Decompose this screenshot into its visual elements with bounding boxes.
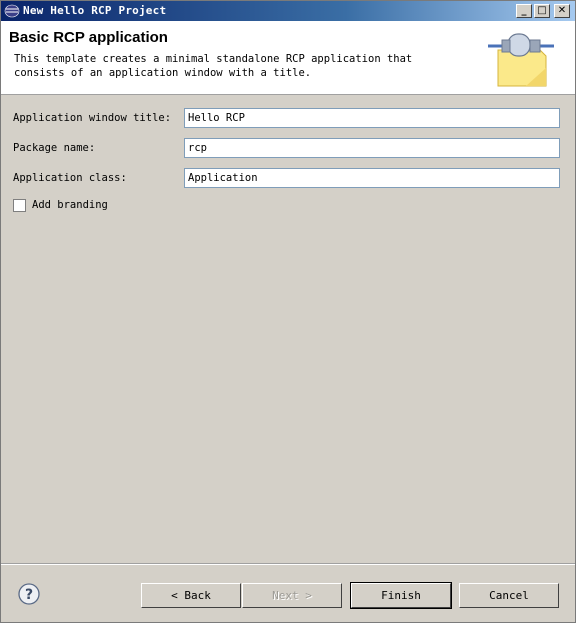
package-name-input[interactable]: [184, 138, 560, 158]
close-button[interactable]: ✕: [554, 4, 570, 18]
cancel-button[interactable]: Cancel: [459, 583, 559, 608]
add-branding-checkbox[interactable]: [13, 199, 26, 212]
application-class-input[interactable]: [184, 168, 560, 188]
package-name-label: Package name:: [13, 142, 96, 154]
add-branding-label[interactable]: Add branding: [32, 199, 108, 211]
maximize-button[interactable]: □: [534, 4, 550, 18]
svg-text:?: ?: [25, 587, 33, 603]
title-bar[interactable]: New Hello RCP Project _ □ ✕: [1, 1, 575, 21]
wizard-header: Basic RCP application This template crea…: [1, 21, 575, 95]
app-window-title-label: Application window title:: [13, 112, 172, 124]
next-button[interactable]: Next >: [242, 583, 342, 608]
button-bar-divider: [1, 563, 575, 565]
application-class-label: Application class:: [13, 172, 127, 184]
page-description: This template creates a minimal standalo…: [14, 53, 413, 79]
plugin-wizard-icon: [488, 33, 554, 87]
window-title: New Hello RCP Project: [23, 4, 167, 17]
wizard-window: New Hello RCP Project _ □ ✕ Basic RCP ap…: [0, 0, 576, 623]
app-window-title-input[interactable]: [184, 108, 560, 128]
minimize-button[interactable]: _: [516, 4, 532, 18]
back-button[interactable]: < Back: [141, 583, 241, 608]
eclipse-app-icon: [4, 4, 20, 18]
finish-button[interactable]: Finish: [350, 582, 452, 609]
page-title: Basic RCP application: [9, 29, 168, 46]
help-icon[interactable]: ?: [18, 583, 40, 605]
